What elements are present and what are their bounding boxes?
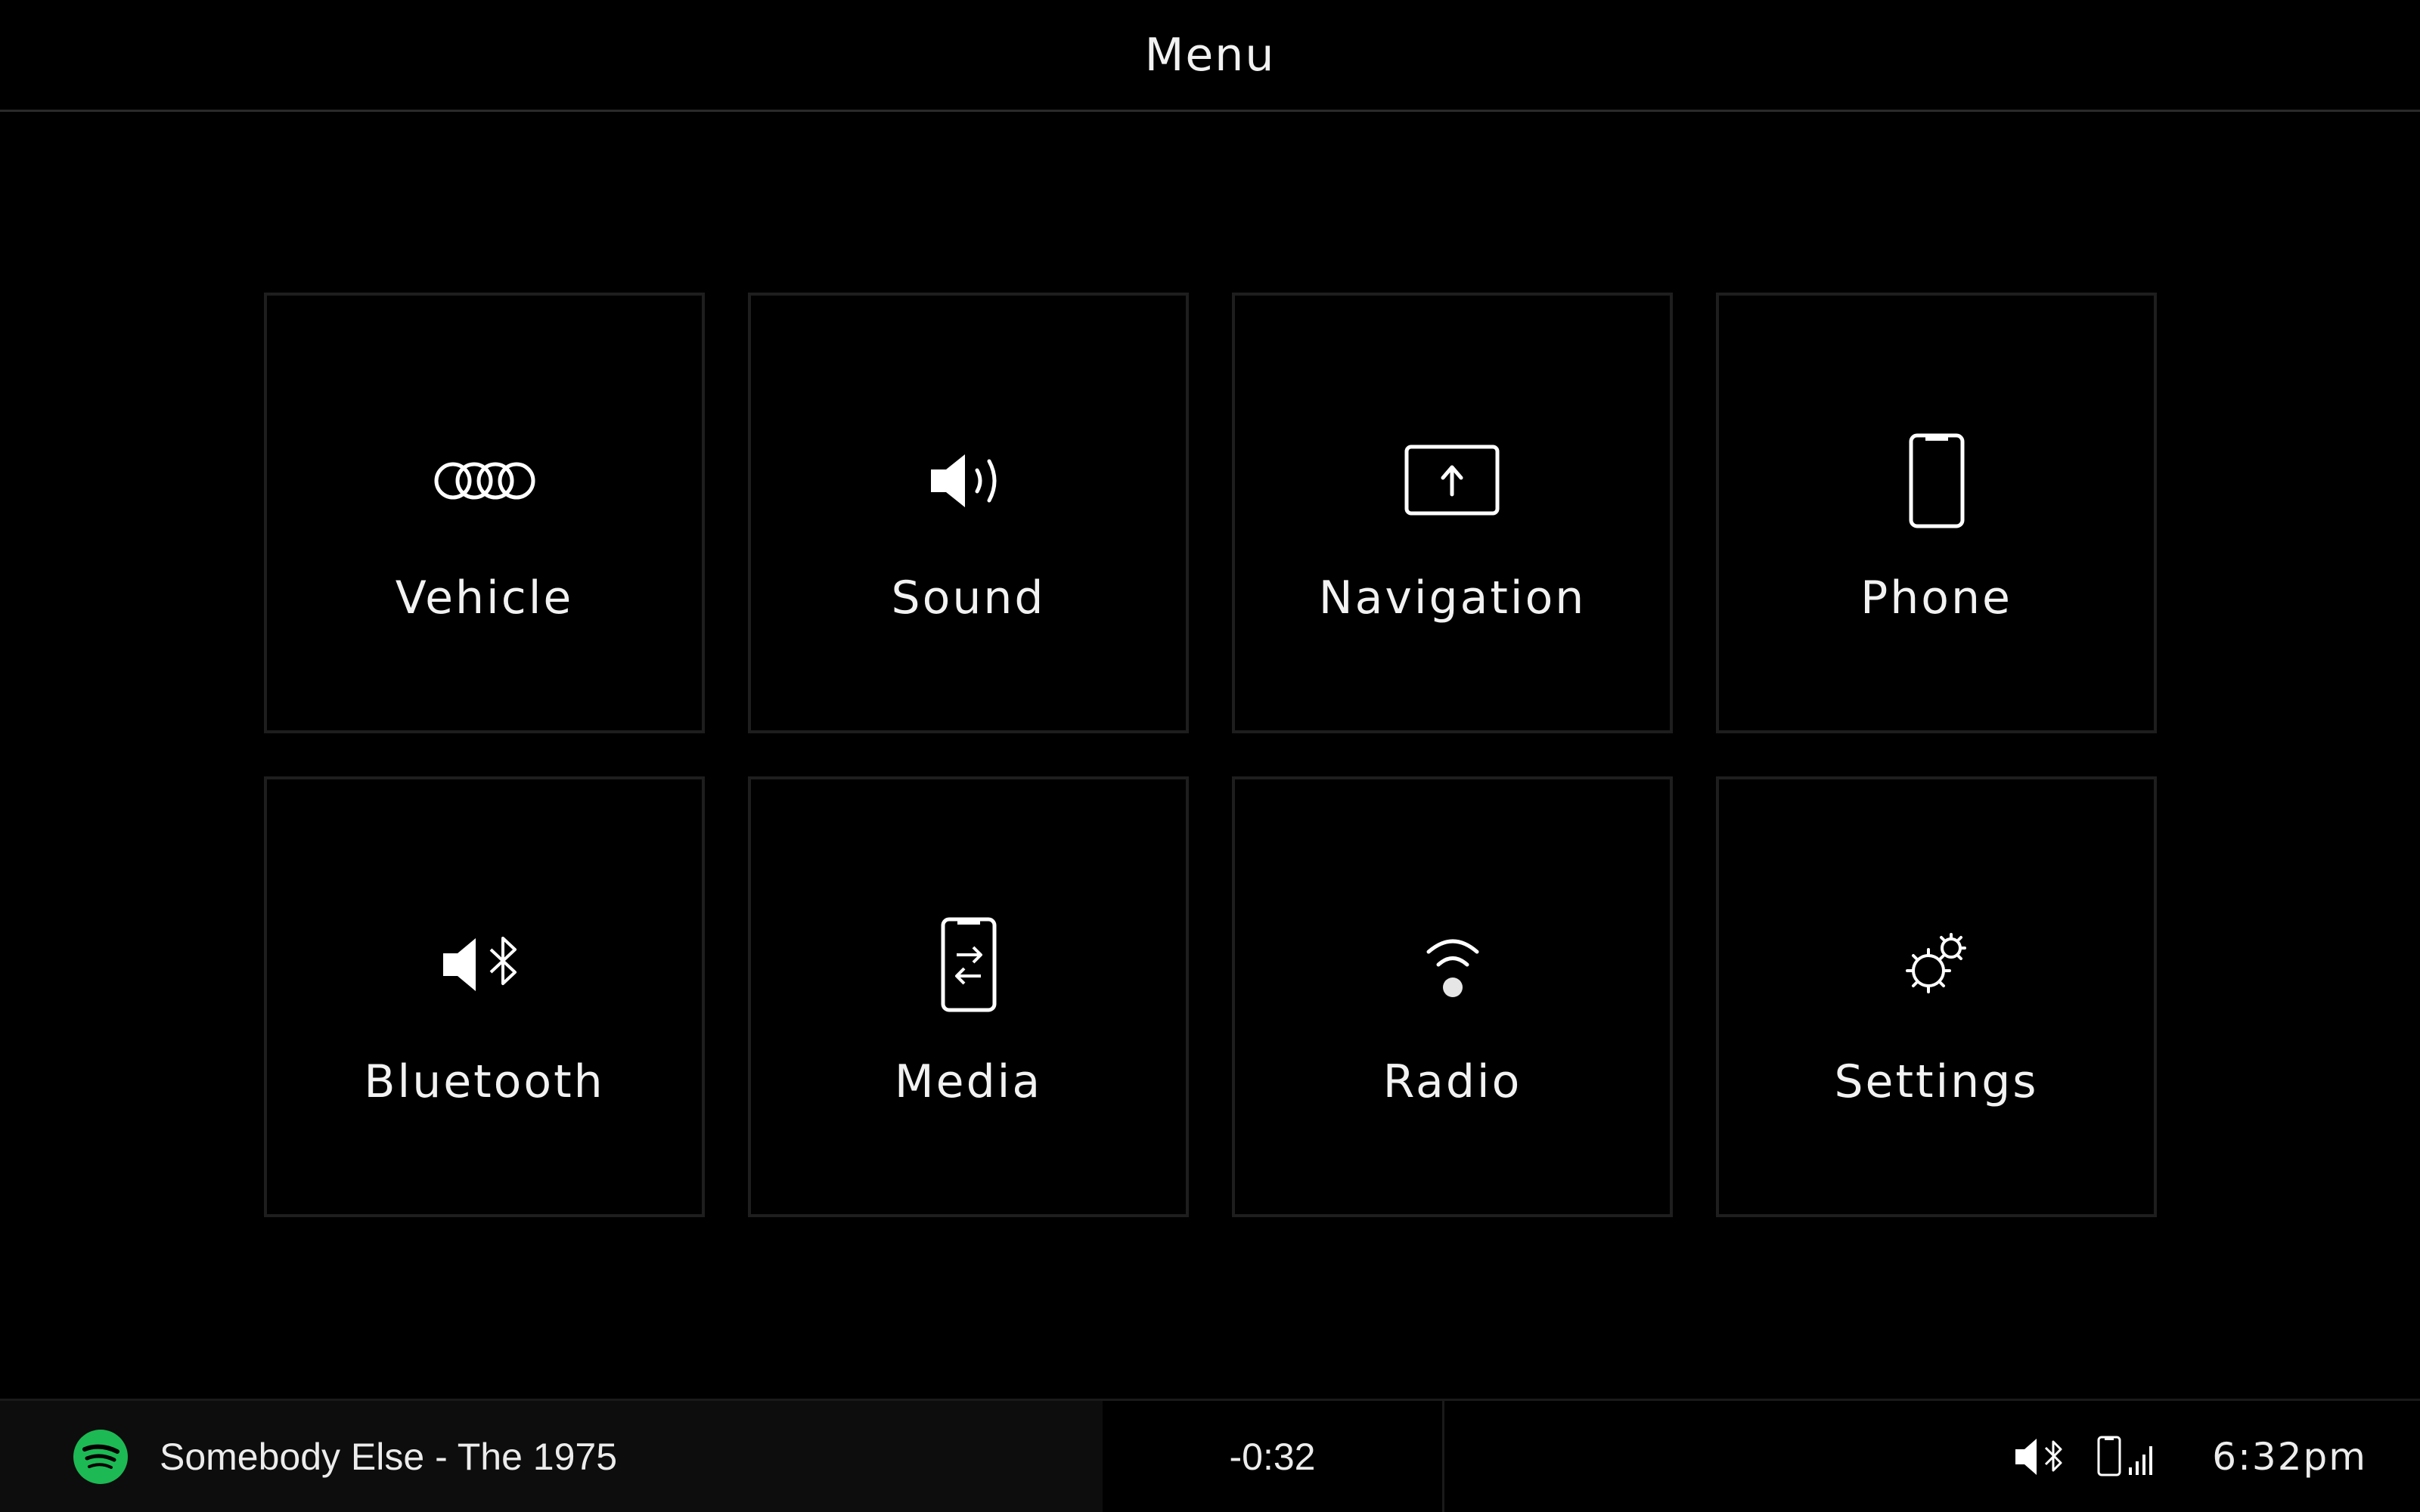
mute-bluetooth-icon [2012,1434,2065,1479]
menu-tile-vehicle[interactable]: Vehicle [264,293,705,733]
bluetooth-audio-icon [267,919,702,1010]
header-bar: Menu [0,0,2420,112]
menu-tile-media[interactable]: Media [748,776,1189,1217]
spotify-icon [72,1428,129,1486]
menu-tile-label: Sound [891,572,1046,624]
settings-gear-icon [1719,919,2154,1010]
navigation-arrow-icon [1235,435,1670,526]
clock: 6:32pm [2212,1434,2367,1479]
now-playing[interactable]: Somebody Else - The 1975 [0,1401,1103,1512]
menu-tile-label: Phone [1860,572,2012,624]
vehicle-rings-icon [267,435,702,526]
menu-tile-sound[interactable]: Sound [748,293,1189,733]
phone-signal-icon [2096,1434,2159,1479]
status-bar: Somebody Else - The 1975 -0:32 6:32pm [0,1399,2420,1512]
menu-tile-radio[interactable]: Radio [1232,776,1673,1217]
menu-tile-label: Media [894,1055,1043,1108]
menu-tile-label: Bluetooth [364,1055,605,1108]
time-remaining: -0:32 [1229,1435,1316,1478]
menu-screen: Menu Vehicle Sound Navigation Phone Blue… [0,0,2420,1512]
menu-tile-label: Vehicle [395,572,574,624]
menu-tile-label: Radio [1382,1055,1522,1108]
media-transfer-icon [751,917,1186,1012]
menu-tile-navigation[interactable]: Navigation [1232,293,1673,733]
page-title: Menu [1144,28,1276,82]
speaker-icon [751,435,1186,526]
menu-tile-phone[interactable]: Phone [1716,293,2157,733]
menu-tile-label: Navigation [1318,572,1587,624]
status-icons: 6:32pm [1444,1401,2420,1512]
phone-icon [1719,433,2154,528]
menu-tile-settings[interactable]: Settings [1716,776,2157,1217]
menu-grid: Vehicle Sound Navigation Phone Bluetooth… [264,293,2157,1217]
menu-tile-bluetooth[interactable]: Bluetooth [264,776,705,1217]
menu-tile-label: Settings [1834,1055,2039,1108]
playback-time: -0:32 [1103,1401,1444,1512]
now-playing-track: Somebody Else - The 1975 [160,1435,618,1478]
radio-signal-icon [1235,919,1670,1010]
